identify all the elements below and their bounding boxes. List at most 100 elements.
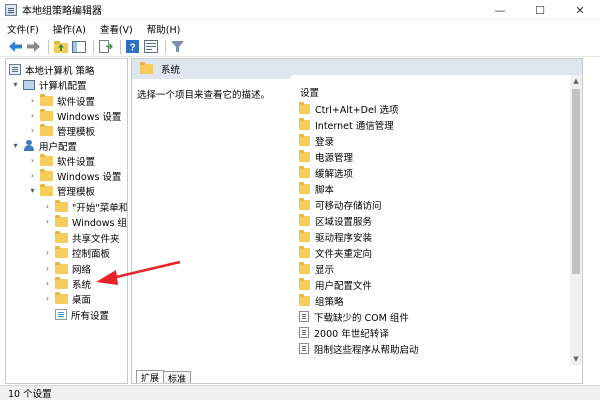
menu-action[interactable]: 操作(A) [46,22,93,36]
tree-item-windows-settings[interactable]: › Windows 设置 [28,108,121,123]
tree-item-all-settings[interactable]: 所有设置 [43,307,109,322]
settings-list[interactable]: 设置 Ctrl+Alt+Del 选项 Internet 通信管理 登录 电源管理… [289,75,582,365]
list-item[interactable]: 2000 年世纪转译 [299,325,389,340]
chevron-right-icon[interactable]: › [28,111,37,120]
tree-item-network[interactable]: › 网络 [43,261,91,276]
export-list-icon[interactable] [98,39,113,54]
tree-item-local-computer-policy[interactable]: 本地计算机 策略 [9,62,95,77]
folder-icon [55,276,68,289]
chevron-right-icon[interactable]: › [43,279,52,288]
window-controls: — ☐ ✕ [480,0,600,20]
list-item[interactable]: Ctrl+Alt+Del 选项 [299,101,399,116]
list-item[interactable]: 阻制这些程序从帮助启动 [299,341,419,356]
properties-icon[interactable] [143,39,158,54]
folder-icon [55,230,68,243]
menu-help[interactable]: 帮助(H) [140,22,188,36]
list-item[interactable]: 文件夹重定向 [299,245,372,260]
chevron-right-icon[interactable]: › [28,171,37,180]
user-icon [23,140,35,151]
chevron-right-icon[interactable]: › [43,202,52,211]
tree-item-user-software-settings[interactable]: › 软件设置 [28,153,95,168]
folder-icon [299,277,310,290]
chevron-down-icon[interactable]: ▾ [11,141,20,150]
list-item[interactable]: 下载缺少的 COM 组件 [299,309,409,324]
chevron-right-icon[interactable]: › [43,217,52,226]
column-header-setting[interactable]: 设置 [300,85,319,99]
list-item[interactable]: 区域设置服务 [299,213,372,228]
tab-extended[interactable]: 扩展 [136,370,165,383]
tree-item-shared-folders[interactable]: 共享文件夹 [43,230,120,245]
tree-item-software-settings[interactable]: › 软件设置 [28,93,95,108]
folder-icon [55,291,68,304]
console-tree[interactable]: 本地计算机 策略 ▾ 计算机配置 › 软件设置 › Windows 设置 › 管… [5,58,128,384]
folder-icon [299,117,310,130]
up-folder-icon[interactable] [53,39,68,54]
list-item[interactable]: 驱动程序安装 [299,229,372,244]
tab-standard[interactable]: 标准 [163,371,192,383]
minimize-button[interactable]: — [480,0,520,20]
tree-item-control-panel[interactable]: › 控制面板 [43,245,110,260]
list-item[interactable]: 显示 [299,261,334,276]
scroll-down-arrow-icon[interactable]: ▼ [570,353,582,365]
tree-item-user-windows-settings[interactable]: › Windows 设置 [28,168,121,183]
list-item[interactable]: 缓解选项 [299,165,353,180]
scroll-up-arrow-icon[interactable]: ▲ [570,75,582,87]
list-item[interactable]: Internet 通信管理 [299,117,394,132]
tree-item-label: 软件设置 [57,96,96,108]
menu-view[interactable]: 查看(V) [93,22,140,36]
folder-icon [299,133,310,146]
list-item[interactable]: 登录 [299,133,334,148]
filter-icon[interactable] [170,39,185,54]
back-arrow-icon[interactable] [8,39,23,54]
vertical-scrollbar[interactable]: ▲ ▼ [570,75,582,365]
list-item[interactable]: 用户配置文件 [299,277,372,292]
folder-icon [40,123,53,136]
forward-arrow-icon[interactable] [26,39,41,54]
list-item[interactable]: 电源管理 [299,149,353,164]
chevron-down-icon[interactable]: ▾ [28,186,37,195]
list-item[interactable]: 脚本 [299,181,334,196]
tree-item-label: 计算机配置 [39,80,87,92]
list-item[interactable]: 可移动存储访问 [299,197,382,212]
chevron-right-icon[interactable]: › [28,96,37,105]
svg-text:?: ? [129,43,135,54]
main-area: 本地计算机 策略 ▾ 计算机配置 › 软件设置 › Windows 设置 › 管… [0,58,600,384]
toolbar-separator [165,39,166,54]
folder-icon [55,214,68,227]
tree-item-label: 桌面 [72,294,92,306]
chevron-right-icon[interactable]: › [28,126,37,135]
status-bar: 10 个设置 [0,385,600,400]
list-item-label: 电源管理 [315,152,354,164]
tree-item-label: 网络 [72,264,92,276]
menu-file[interactable]: 文件(F) [0,22,46,36]
list-item[interactable]: 组策略 [299,293,344,308]
tree-item-system[interactable]: › 系统 [43,276,91,291]
chevron-right-icon[interactable]: › [43,264,52,273]
tree-item-windows-components[interactable]: › Windows 组 [43,214,127,229]
scrollbar-thumb[interactable] [572,89,580,274]
tree-item-admin-templates[interactable]: › 管理模板 [28,123,95,138]
chevron-right-icon[interactable]: › [43,248,52,257]
tree-item-desktop[interactable]: › 桌面 [43,291,91,306]
close-button[interactable]: ✕ [560,0,600,20]
maximize-button[interactable]: ☐ [520,0,560,20]
show-tree-icon[interactable] [71,39,86,54]
tree-item-label: 系统 [72,279,92,291]
chevron-down-icon[interactable]: ▾ [11,80,20,89]
list-item-label: 驱动程序安装 [315,232,373,244]
tree-item-user-config[interactable]: ▾ 用户配置 [11,138,77,153]
help-icon[interactable]: ? [125,39,140,54]
result-pane: 系统 选择一个项目来查看它的描述。 设置 Ctrl+Alt+Del 选项 Int… [131,58,583,384]
tree-item-label: 共享文件夹 [72,233,120,245]
tree-item-user-admin-templates[interactable]: ▾ 管理模板 [28,183,95,198]
tree-item-start-menu[interactable]: › "开始"菜单和 [43,199,127,214]
list-item-label: 阻制这些程序从帮助启动 [314,344,419,356]
folder-icon [55,199,68,212]
tree-item-computer-config[interactable]: ▾ 计算机配置 [11,77,87,92]
folder-icon [299,213,310,226]
list-item-label: Ctrl+Alt+Del 选项 [315,104,399,116]
chevron-right-icon[interactable]: › [28,156,37,165]
chevron-right-icon[interactable]: › [43,294,52,303]
